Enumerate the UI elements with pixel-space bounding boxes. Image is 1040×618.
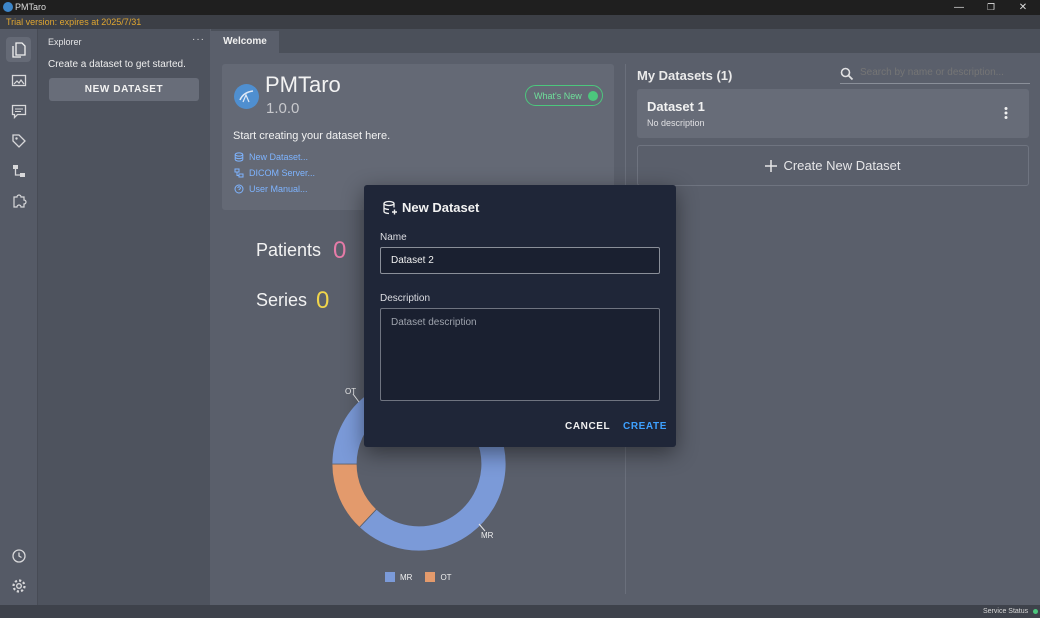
database-add-icon [383,200,397,215]
activity-bar [0,29,38,605]
dataset-description-input[interactable] [380,308,660,401]
app-logo-icon [3,2,13,12]
minimize-button[interactable]: — [944,0,974,15]
dataset-name-input[interactable] [380,247,660,274]
title-bar: PMTaro — ❐ ✕ [0,0,1040,15]
new-dataset-button[interactable]: NEW DATASET [49,78,199,101]
trial-text: Trial version: expires at 2025/7/31 [6,17,142,27]
editor-tab-bar: Welcome [211,29,1040,53]
tag-icon[interactable] [6,128,31,153]
files-icon[interactable] [6,37,31,62]
cancel-button[interactable]: CANCEL [565,421,610,432]
explorer-hint: Create a dataset to get started. [48,59,186,70]
restore-button[interactable]: ❐ [976,0,1006,15]
explorer-title: Explorer [48,37,82,47]
trial-banner: Trial version: expires at 2025/7/31 [0,15,1040,29]
explorer-panel: Explorer ··· Create a dataset to get sta… [38,29,210,605]
service-status[interactable]: Service Status [983,606,1028,617]
status-bar: Service Status [0,605,1040,618]
image-viewer-icon[interactable] [6,68,31,93]
gear-icon[interactable] [6,573,31,598]
name-label: Name [380,232,407,243]
create-button[interactable]: CREATE [623,421,667,432]
window-title: PMTaro [15,2,47,12]
new-dataset-dialog: New Dataset Name Description CANCEL CREA… [364,185,676,447]
comments-icon[interactable] [6,98,31,123]
workflow-icon[interactable] [6,158,31,183]
status-indicator-icon [1033,609,1038,614]
description-label: Description [380,293,431,304]
history-icon[interactable] [6,543,31,568]
tab-welcome[interactable]: Welcome [211,31,279,53]
more-icon[interactable]: ··· [192,34,205,45]
dialog-title: New Dataset [402,200,480,215]
close-window-button[interactable]: ✕ [1008,0,1038,15]
puzzle-icon[interactable] [6,188,31,213]
